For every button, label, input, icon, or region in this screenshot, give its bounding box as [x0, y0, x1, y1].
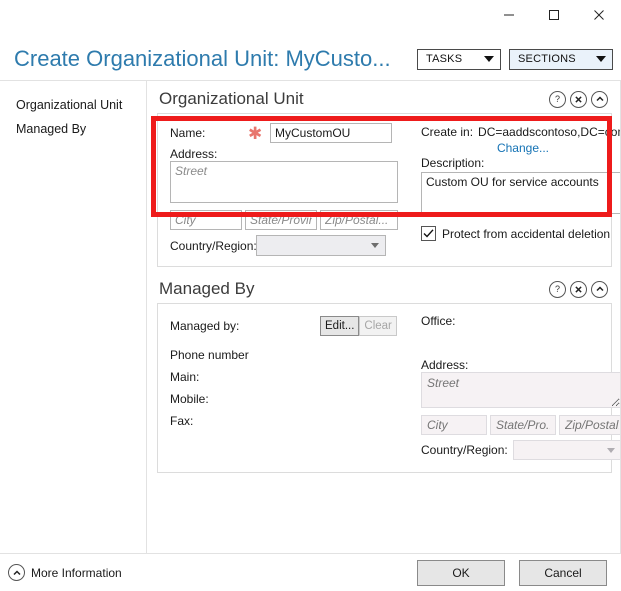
tasks-label: TASKS [426, 53, 463, 65]
organizational-unit-section-header: Organizational Unit ? [157, 87, 612, 113]
chevron-down-icon [484, 56, 494, 62]
mb-address-label: Address: [421, 358, 469, 372]
chevron-down-icon [596, 56, 606, 62]
footer-button-group: OK Cancel [417, 559, 607, 586]
street-input[interactable] [170, 161, 398, 203]
chevron-down-icon [607, 447, 615, 453]
clear-button-label: Clear [364, 320, 392, 332]
mb-country-region-select [513, 440, 620, 460]
close-button[interactable] [576, 0, 621, 30]
mb-zip-postal-input [559, 415, 620, 435]
mb-street-input [421, 372, 620, 408]
create-in-value: DC=aaddscontoso,DC=com [478, 125, 621, 139]
section-title: Organizational Unit [159, 89, 304, 108]
managed-by-left-column: Managed by: Edit... Clear Phone number M… [170, 314, 413, 460]
managed-by-section-header: Managed By ? [157, 277, 612, 303]
state-province-input[interactable] [245, 210, 317, 230]
section-icon-group: ? [549, 280, 612, 298]
section-icon-group: ? [549, 90, 612, 108]
organizational-unit-panel: Name: ✱ Address: Country/Region: [157, 113, 620, 267]
country-region-label: Country/Region: [170, 238, 257, 253]
header-button-group: TASKS SECTIONS [417, 48, 613, 70]
mb-state-province-input [490, 415, 556, 435]
close-icon[interactable] [570, 90, 587, 108]
mb-city-state-zip-row [421, 415, 620, 435]
tasks-dropdown-button[interactable]: TASKS [417, 48, 501, 70]
sections-label: SECTIONS [518, 53, 576, 65]
edit-button[interactable]: Edit... [320, 316, 360, 336]
ou-left-column: Name: ✱ Address: Country/Region: [170, 122, 413, 256]
sidebar-item-managed-by[interactable]: Managed By [0, 117, 146, 141]
help-icon[interactable]: ? [549, 280, 566, 298]
address-label: Address: [170, 147, 218, 161]
country-region-row: Country/Region: [170, 235, 413, 256]
navigation-sidebar: Organizational Unit Managed By [0, 81, 147, 553]
managed-by-row: Managed by: Edit... Clear [170, 314, 413, 338]
name-field-row: Name: ✱ [170, 122, 413, 144]
collapse-icon[interactable] [591, 280, 608, 298]
sections-dropdown-button[interactable]: SECTIONS [509, 48, 613, 70]
zip-postal-input[interactable] [320, 210, 398, 230]
more-information-label: More Information [31, 565, 122, 580]
city-input[interactable] [170, 210, 242, 230]
help-icon[interactable]: ? [549, 90, 566, 108]
office-label: Office: [421, 314, 456, 328]
checkbox-icon[interactable] [421, 226, 436, 241]
clear-button: Clear [359, 316, 397, 336]
mb-country-region-row: Country/Region: [421, 440, 620, 460]
title-bar [0, 0, 621, 38]
protect-deletion-label: Protect from accidental deletion [442, 226, 611, 241]
sidebar-item-label: Managed By [16, 122, 87, 136]
maximize-button[interactable] [531, 0, 576, 30]
form-area: Organizational Unit ? Name: ✱ MyCustomOU… [147, 81, 621, 553]
sidebar-item-organizational-unit[interactable]: Organizational Unit [0, 93, 146, 117]
sidebar-item-label: Organizational Unit [16, 98, 123, 112]
protect-deletion-row[interactable]: Protect from accidental deletion [421, 226, 620, 241]
main-phone-label: Main: [170, 370, 200, 384]
dialog-body: Organizational Unit Managed By Organizat… [0, 80, 621, 553]
name-input[interactable] [270, 123, 392, 143]
managed-by-panel: Managed by: Edit... Clear Phone number M… [157, 303, 620, 473]
help-glyph: ? [554, 283, 560, 294]
country-region-select[interactable] [256, 235, 386, 256]
name-label: Name: [170, 126, 206, 140]
phone-number-label: Phone number [170, 348, 249, 362]
cancel-button[interactable]: Cancel [519, 559, 607, 586]
required-asterisk-icon: ✱ [248, 123, 263, 143]
dialog-footer: More Information OK Cancel [0, 553, 621, 591]
mobile-phone-label: Mobile: [170, 392, 209, 406]
ok-button-label: OK [452, 565, 470, 580]
section-title: Managed By [159, 279, 255, 298]
cancel-button-label: Cancel [544, 565, 582, 580]
page-title: Create Organizational Unit: MyCusto... [14, 46, 391, 71]
fax-label: Fax: [170, 414, 194, 428]
close-icon[interactable] [570, 280, 587, 298]
ou-right-column: Create in: DC=aaddscontoso,DC=com Change… [413, 122, 621, 256]
collapse-icon [8, 564, 25, 581]
edit-button-label: Edit... [325, 320, 355, 332]
mb-country-region-label: Country/Region: [421, 443, 508, 457]
ok-button[interactable]: OK [417, 559, 505, 586]
dialog-header: Create Organizational Unit: MyCusto... T… [0, 38, 621, 80]
minimize-button[interactable] [486, 0, 531, 30]
collapse-icon[interactable] [591, 90, 608, 108]
more-information-button[interactable]: More Information [8, 564, 122, 581]
description-input[interactable] [421, 172, 620, 214]
description-label: Description: [421, 156, 485, 170]
city-state-zip-row [170, 210, 413, 230]
change-link[interactable]: Change... [421, 141, 620, 155]
phone-number-group: Phone number Main: Mobile: Fax: [170, 348, 413, 436]
help-glyph: ? [554, 93, 560, 104]
create-in-row: Create in: DC=aaddscontoso,DC=com [421, 122, 621, 139]
managed-by-label: Managed by: [170, 319, 240, 333]
chevron-down-icon [371, 243, 379, 248]
create-in-label: Create in: [421, 125, 474, 139]
managed-by-right-column: Office: Address: Country/Region: [413, 314, 620, 460]
mb-city-input [421, 415, 487, 435]
